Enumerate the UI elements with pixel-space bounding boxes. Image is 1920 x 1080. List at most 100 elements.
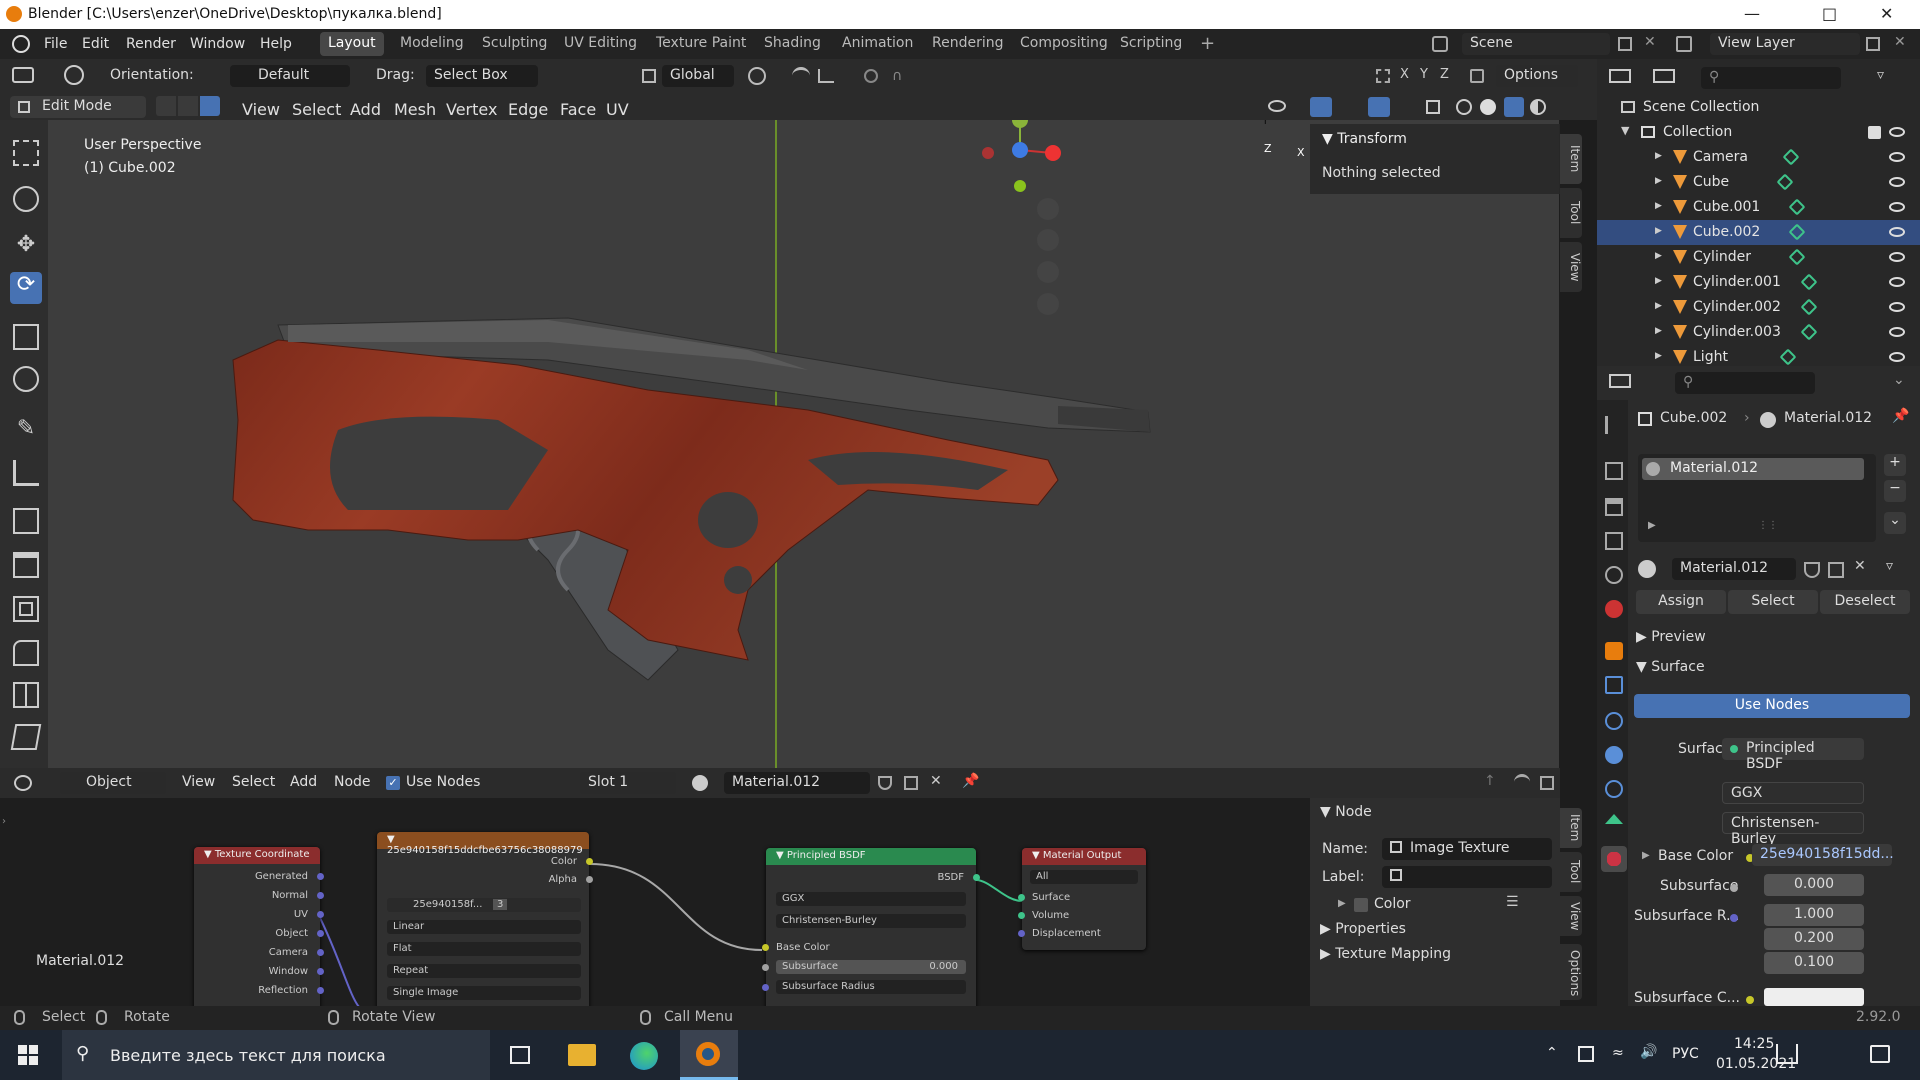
- annotate-tool-icon[interactable]: ✎: [13, 416, 39, 442]
- interpolation-dropdown[interactable]: Linear: [387, 920, 581, 934]
- viewport-menu-add[interactable]: Add: [350, 100, 381, 119]
- taskbar-search-box[interactable]: ⚲ Введите здесь текст для поиска: [62, 1030, 490, 1080]
- outliner-item[interactable]: ▶ Cylinder.002: [1597, 295, 1920, 320]
- sidebar-tab-view[interactable]: View: [1560, 242, 1582, 292]
- deselect-button[interactable]: Deselect: [1820, 590, 1910, 614]
- material-output-node[interactable]: ▼ Material Output All Surface Volume Dis…: [1018, 848, 1146, 950]
- menu-window[interactable]: Window: [190, 36, 245, 52]
- task-view-icon[interactable]: [510, 1046, 530, 1064]
- node-menu-view[interactable]: View: [182, 774, 215, 790]
- collection-checkbox[interactable]: [1868, 126, 1881, 139]
- node-panel-header[interactable]: ▼ Node: [1320, 804, 1372, 820]
- slot-resize-handle[interactable]: ⋮⋮: [1758, 520, 1778, 531]
- outliner-item[interactable]: ▶ Camera: [1597, 145, 1920, 170]
- viewport-menu-view[interactable]: View: [242, 100, 280, 119]
- socket-normal[interactable]: [317, 892, 324, 899]
- expand-arrow-icon[interactable]: ▶: [1655, 151, 1662, 161]
- subsurface-radius-x-field[interactable]: 1.000: [1764, 904, 1864, 926]
- constraint-properties-icon[interactable]: [1605, 780, 1623, 798]
- tab-texture-paint[interactable]: Texture Paint: [648, 32, 754, 56]
- tray-app-icon[interactable]: [1578, 1046, 1594, 1062]
- snap-target-icon[interactable]: [818, 69, 834, 83]
- wireframe-shading-icon[interactable]: [1456, 99, 1472, 115]
- data-properties-icon[interactable]: [1605, 814, 1623, 824]
- xray-toggle-icon[interactable]: [1426, 100, 1440, 114]
- auto-merge-icon[interactable]: [1470, 69, 1484, 83]
- menu-render[interactable]: Render: [126, 36, 176, 52]
- cursor-tool-icon[interactable]: [13, 186, 39, 212]
- extension-dropdown[interactable]: Repeat: [387, 964, 581, 978]
- use-nodes-button[interactable]: Use Nodes: [1634, 694, 1910, 718]
- projection-dropdown[interactable]: Flat: [387, 942, 581, 956]
- bsdf-subsurface-method-dropdown[interactable]: Christensen-Burley: [776, 914, 966, 928]
- transform-pivot-icon[interactable]: [64, 65, 84, 85]
- material-name-field[interactable]: Material.012: [1672, 558, 1796, 580]
- node-menu-select[interactable]: Select: [232, 774, 275, 790]
- eye-icon[interactable]: [1889, 352, 1905, 362]
- slot-specials-button[interactable]: ⌄: [1884, 512, 1906, 534]
- material-properties-icon[interactable]: [1601, 846, 1627, 872]
- preview-panel-header[interactable]: ▶ Preview: [1636, 629, 1706, 645]
- node-sidebar-tab-options[interactable]: Options: [1560, 944, 1582, 1000]
- outliner-item[interactable]: ▶ Cylinder.003: [1597, 320, 1920, 345]
- node-color-presets-icon[interactable]: ☰: [1506, 894, 1519, 910]
- eye-icon[interactable]: [1889, 302, 1905, 312]
- solid-shading-icon[interactable]: [1480, 99, 1496, 115]
- close-button[interactable]: ✕: [1880, 4, 1893, 23]
- move-tool-icon[interactable]: ✥: [13, 232, 39, 258]
- outliner-item[interactable]: ▶ Cylinder: [1597, 245, 1920, 270]
- eye-icon[interactable]: [1889, 202, 1905, 212]
- distribution-dropdown[interactable]: GGX: [1722, 782, 1864, 804]
- snap-node-icon[interactable]: [1514, 774, 1530, 790]
- properties-panel-header[interactable]: ▶ Properties: [1320, 921, 1406, 937]
- mirror-z-toggle[interactable]: Z: [1440, 67, 1449, 82]
- socket-base-color[interactable]: [762, 944, 769, 951]
- outliner-item[interactable]: ▶ Cylinder.001: [1597, 270, 1920, 295]
- remove-slot-button[interactable]: −: [1884, 480, 1906, 502]
- volume-icon[interactable]: 🔊: [1640, 1044, 1657, 1060]
- tab-sculpting[interactable]: Sculpting: [474, 32, 555, 56]
- inset-tool-icon[interactable]: [13, 596, 39, 622]
- object-properties-icon[interactable]: [1605, 642, 1623, 660]
- material-shading-icon[interactable]: [1504, 97, 1524, 117]
- rotate-tool-icon[interactable]: ⟳: [10, 272, 42, 304]
- node-editor[interactable]: › ▼ Texture Coordinate Generated Normal …: [0, 798, 1310, 1006]
- minimize-button[interactable]: —: [1744, 4, 1760, 23]
- node-snap-mode-icon[interactable]: [1540, 776, 1554, 790]
- gizmo-toggle-icon[interactable]: [1310, 97, 1332, 117]
- menu-file[interactable]: File: [44, 36, 67, 52]
- menu-help[interactable]: Help: [260, 36, 292, 52]
- blender-taskbar-button[interactable]: [680, 1030, 738, 1080]
- output-properties-icon[interactable]: [1605, 498, 1623, 516]
- outliner-item[interactable]: ▶ Cube: [1597, 170, 1920, 195]
- socket-bsdf[interactable]: [973, 874, 980, 881]
- news-widget-icon[interactable]: [1776, 1044, 1798, 1064]
- eye-icon[interactable]: [1889, 252, 1905, 262]
- slot-expand-icon[interactable]: ▶: [1648, 520, 1656, 531]
- proportional-edit-icon[interactable]: [864, 69, 878, 83]
- unlink-material-icon[interactable]: ✕: [1854, 558, 1866, 574]
- visibility-icon[interactable]: [1268, 100, 1286, 112]
- pin-icon[interactable]: 📌: [1892, 408, 1909, 424]
- socket-camera[interactable]: [317, 949, 324, 956]
- node-menu-node[interactable]: Node: [334, 774, 371, 790]
- parent-node-tree-icon[interactable]: ↑: [1484, 773, 1496, 789]
- scene-selector-icon[interactable]: [1432, 36, 1448, 52]
- edge-browser-icon[interactable]: [630, 1042, 658, 1070]
- clock-time[interactable]: 14:25: [1734, 1036, 1774, 1052]
- node-sidebar-tab-tool[interactable]: Tool: [1560, 852, 1582, 892]
- node-fake-user-icon[interactable]: [878, 776, 892, 790]
- sidebar-tab-tool[interactable]: Tool: [1560, 188, 1582, 238]
- mode-dropdown[interactable]: Edit Mode: [10, 96, 146, 118]
- view-layer-properties-icon[interactable]: [1605, 532, 1623, 550]
- node-menu-add[interactable]: Add: [290, 774, 317, 790]
- add-workspace-icon[interactable]: +: [1200, 33, 1215, 54]
- socket-uv[interactable]: [317, 911, 324, 918]
- socket-reflection[interactable]: [317, 987, 324, 994]
- scale-tool-icon[interactable]: [13, 324, 39, 350]
- subsurface-value-field[interactable]: 0.000: [1764, 874, 1864, 896]
- modifier-properties-icon[interactable]: [1605, 676, 1623, 694]
- filter-icon[interactable]: ▿: [1877, 67, 1884, 83]
- viewport-menu-face[interactable]: Face: [560, 100, 596, 119]
- properties-options-icon[interactable]: ⌄: [1893, 372, 1905, 388]
